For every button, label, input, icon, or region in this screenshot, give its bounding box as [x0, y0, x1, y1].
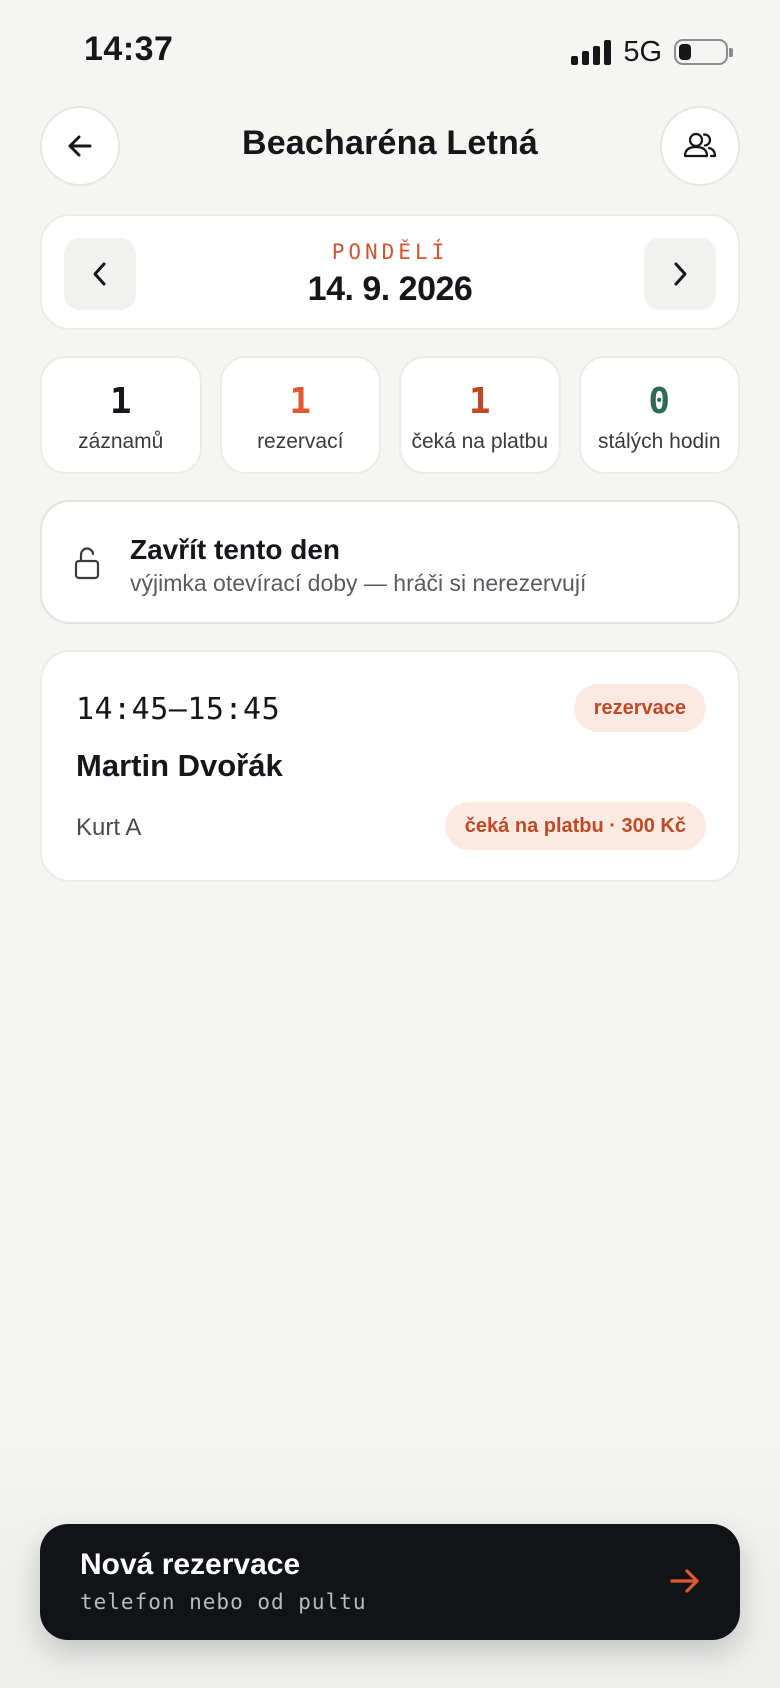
- network-label: 5G: [623, 35, 662, 68]
- users-icon: [683, 132, 717, 158]
- new-reservation-button[interactable]: Nová rezervace telefon nebo od pultu: [40, 1524, 740, 1640]
- header: Beacharéna Letná: [0, 106, 780, 186]
- chevron-right-icon: [674, 262, 687, 286]
- new-reservation-title: Nová rezervace: [80, 1548, 301, 1581]
- stat-reservations: 1 rezervací: [219, 356, 381, 474]
- stat-records-value: 1: [109, 381, 132, 422]
- close-day-button[interactable]: Zavřít tento den výjimka otevírací doby …: [40, 500, 740, 624]
- status-bar: 14:37 5G: [0, 0, 780, 100]
- stats-row: 1 záznamů 1 rezervací 1 čeká na platbu 0…: [40, 356, 740, 474]
- booking-time: 14:45–15:45: [76, 692, 281, 727]
- stat-awaiting-payment-value: 1: [468, 381, 491, 422]
- status-indicators: 5G: [571, 35, 733, 68]
- payment-status-badge: čeká na platbu · 300 Kč: [444, 802, 706, 850]
- people-button[interactable]: [660, 106, 740, 186]
- battery-icon: [674, 39, 733, 65]
- booking-customer-name: Martin Dvořák: [76, 748, 283, 783]
- date-label: 14. 9. 2026: [307, 270, 473, 308]
- weekday-label: PONDĚLÍ: [331, 240, 449, 264]
- status-time: 14:37: [84, 30, 174, 68]
- new-reservation-subtitle: telefon nebo od pultu: [80, 1590, 367, 1614]
- booking-type-badge: rezervace: [573, 684, 706, 732]
- stat-records: 1 záznamů: [40, 356, 202, 474]
- next-day-button[interactable]: [644, 238, 716, 310]
- stat-awaiting-payment: 1 čeká na platbu: [399, 356, 561, 474]
- close-day-subtitle: výjimka otevírací doby — hráči si nereze…: [130, 570, 587, 596]
- stat-reservations-label: rezervací: [257, 430, 344, 453]
- booking-court: Kurt A: [76, 814, 142, 841]
- date-navigator: PONDĚLÍ 14. 9. 2026: [40, 214, 740, 330]
- close-day-title: Zavřít tento den: [130, 534, 341, 565]
- stat-awaiting-payment-label: čeká na platbu: [411, 430, 549, 453]
- stat-records-label: záznamů: [78, 430, 164, 453]
- stat-fixed-hours: 0 stálých hodin: [578, 356, 740, 474]
- arrow-right-icon: [670, 1569, 699, 1593]
- unlock-icon: [74, 547, 100, 580]
- signal-icon: [571, 39, 612, 65]
- stat-reservations-value: 1: [289, 381, 312, 422]
- stat-fixed-hours-value: 0: [648, 381, 671, 422]
- booking-card[interactable]: 14:45–15:45 rezervace Martin Dvořák Kurt…: [40, 650, 740, 882]
- stat-fixed-hours-label: stálých hodin: [597, 430, 721, 453]
